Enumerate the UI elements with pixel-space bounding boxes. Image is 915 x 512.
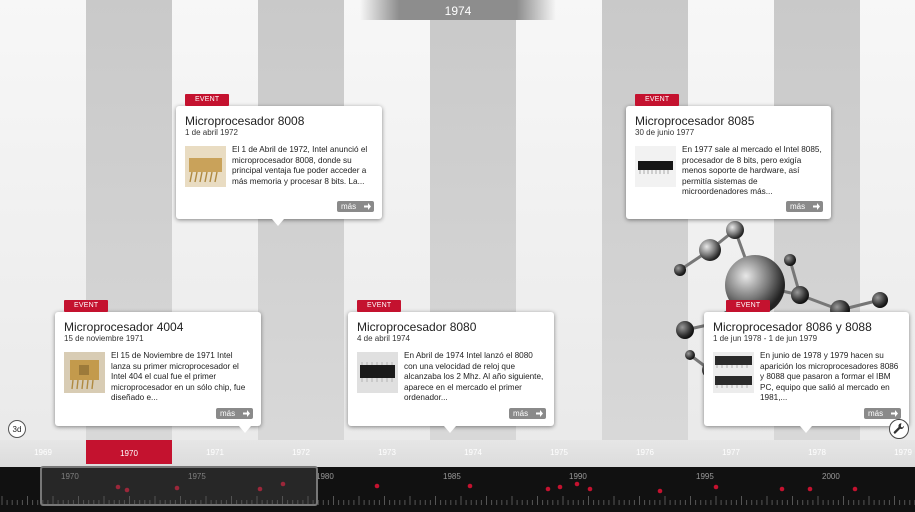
more-button[interactable]: más: [216, 408, 253, 419]
current-year-label: 1974: [444, 4, 472, 18]
current-year-indicator: 1974: [360, 0, 556, 20]
chip-pair-icon: [713, 352, 754, 393]
year-label: 1977: [722, 448, 740, 457]
arrow-right-icon: [813, 203, 820, 210]
overview-event-dot: [467, 483, 473, 489]
overview-year-label: 1990: [569, 472, 587, 481]
overview-event-dot: [587, 486, 593, 492]
event-tag: EVENT: [64, 300, 109, 312]
year-label: 1969: [34, 448, 52, 457]
year-label: 1975: [550, 448, 568, 457]
timeline-area[interactable]: 1974 EVENT Microprocesador 8008 1 de abr…: [0, 0, 915, 440]
year-label: 1973: [378, 448, 396, 457]
event-date: 4 de abril 1974: [357, 334, 410, 343]
year-label: 1972: [292, 448, 310, 457]
overview-event-dot: [779, 486, 785, 492]
event-date: 30 de junio 1977: [635, 128, 695, 137]
year-label: 1971: [206, 448, 224, 457]
arrow-right-icon: [243, 410, 250, 417]
event-date: 1 de jun 1978 - 1 de jun 1979: [713, 334, 818, 343]
event-card[interactable]: EVENT Microprocesador 8008 1 de abril 19…: [176, 94, 382, 226]
year-label-highlighted[interactable]: 1970: [86, 440, 172, 464]
more-button[interactable]: más: [864, 408, 901, 419]
event-title[interactable]: Microprocesador 8008: [185, 114, 304, 128]
year-label: 1974: [464, 448, 482, 457]
event-title[interactable]: Microprocesador 8086 y 8088: [713, 320, 872, 334]
year-label: 1979: [894, 448, 912, 457]
event-tag: EVENT: [185, 94, 230, 106]
event-title[interactable]: Microprocesador 4004: [64, 320, 183, 334]
more-button[interactable]: más: [337, 201, 374, 212]
more-button[interactable]: más: [786, 201, 823, 212]
overview-event-dot: [545, 486, 551, 492]
event-card[interactable]: EVENT Microprocesador 8086 y 8088 1 de j…: [704, 300, 909, 433]
year-column: [258, 0, 344, 440]
chip-black-icon: [357, 352, 398, 393]
event-title[interactable]: Microprocesador 8080: [357, 320, 476, 334]
more-label: más: [220, 409, 236, 418]
overview-event-dot: [557, 484, 563, 490]
tools-button[interactable]: [889, 419, 909, 439]
more-label: más: [341, 202, 357, 211]
overview-year-label: 1995: [696, 472, 714, 481]
overview-event-dot: [713, 484, 719, 490]
more-button[interactable]: más: [509, 408, 546, 419]
overview-year-label: 1985: [443, 472, 461, 481]
event-title[interactable]: Microprocesador 8085: [635, 114, 754, 128]
more-label: más: [513, 409, 529, 418]
overview-event-dot: [852, 486, 858, 492]
arrow-right-icon: [364, 203, 371, 210]
chip-black-icon: [635, 146, 676, 187]
overview-event-dot: [657, 488, 663, 494]
event-tag: EVENT: [357, 300, 402, 312]
event-date: 15 de noviembre 1971: [64, 334, 144, 343]
overview-viewport-handle[interactable]: [40, 466, 318, 506]
arrow-right-icon: [536, 410, 543, 417]
chip-gold-icon: [64, 352, 105, 393]
event-tag: EVENT: [726, 300, 771, 312]
event-description: El 15 de Noviembre de 1971 Intel lanza s…: [111, 351, 246, 403]
event-tag: EVENT: [635, 94, 680, 106]
overview-event-dot: [374, 483, 380, 489]
event-card[interactable]: EVENT Microprocesador 8080 4 de abril 19…: [348, 300, 554, 433]
arrow-right-icon: [891, 410, 898, 417]
event-card[interactable]: EVENT Microprocesador 4004 15 de noviemb…: [55, 300, 261, 433]
event-description: En Abril de 1974 Intel lanzó el 8080 con…: [404, 351, 544, 403]
wrench-icon: [893, 423, 905, 434]
year-label: 1976: [636, 448, 654, 457]
event-description: En 1977 sale al mercado el Intel 8085, p…: [682, 145, 822, 197]
overview-event-dot: [574, 481, 580, 487]
view-3d-button[interactable]: 3d: [8, 420, 26, 438]
year-label: 1978: [808, 448, 826, 457]
chip-gold-icon: [185, 146, 226, 187]
overview-year-label: 2000: [822, 472, 840, 481]
more-label: más: [868, 409, 884, 418]
event-date: 1 de abril 1972: [185, 128, 238, 137]
event-description: En junio de 1978 y 1979 hacen su aparici…: [760, 351, 899, 403]
event-card[interactable]: EVENT Microprocesador 8085 30 de junio 1…: [626, 94, 831, 219]
event-description: El 1 de Abril de 1972, Intel anunció el …: [232, 145, 368, 186]
overview-year-label: 1980: [316, 472, 334, 481]
overview-event-dot: [807, 486, 813, 492]
more-label: más: [790, 202, 806, 211]
